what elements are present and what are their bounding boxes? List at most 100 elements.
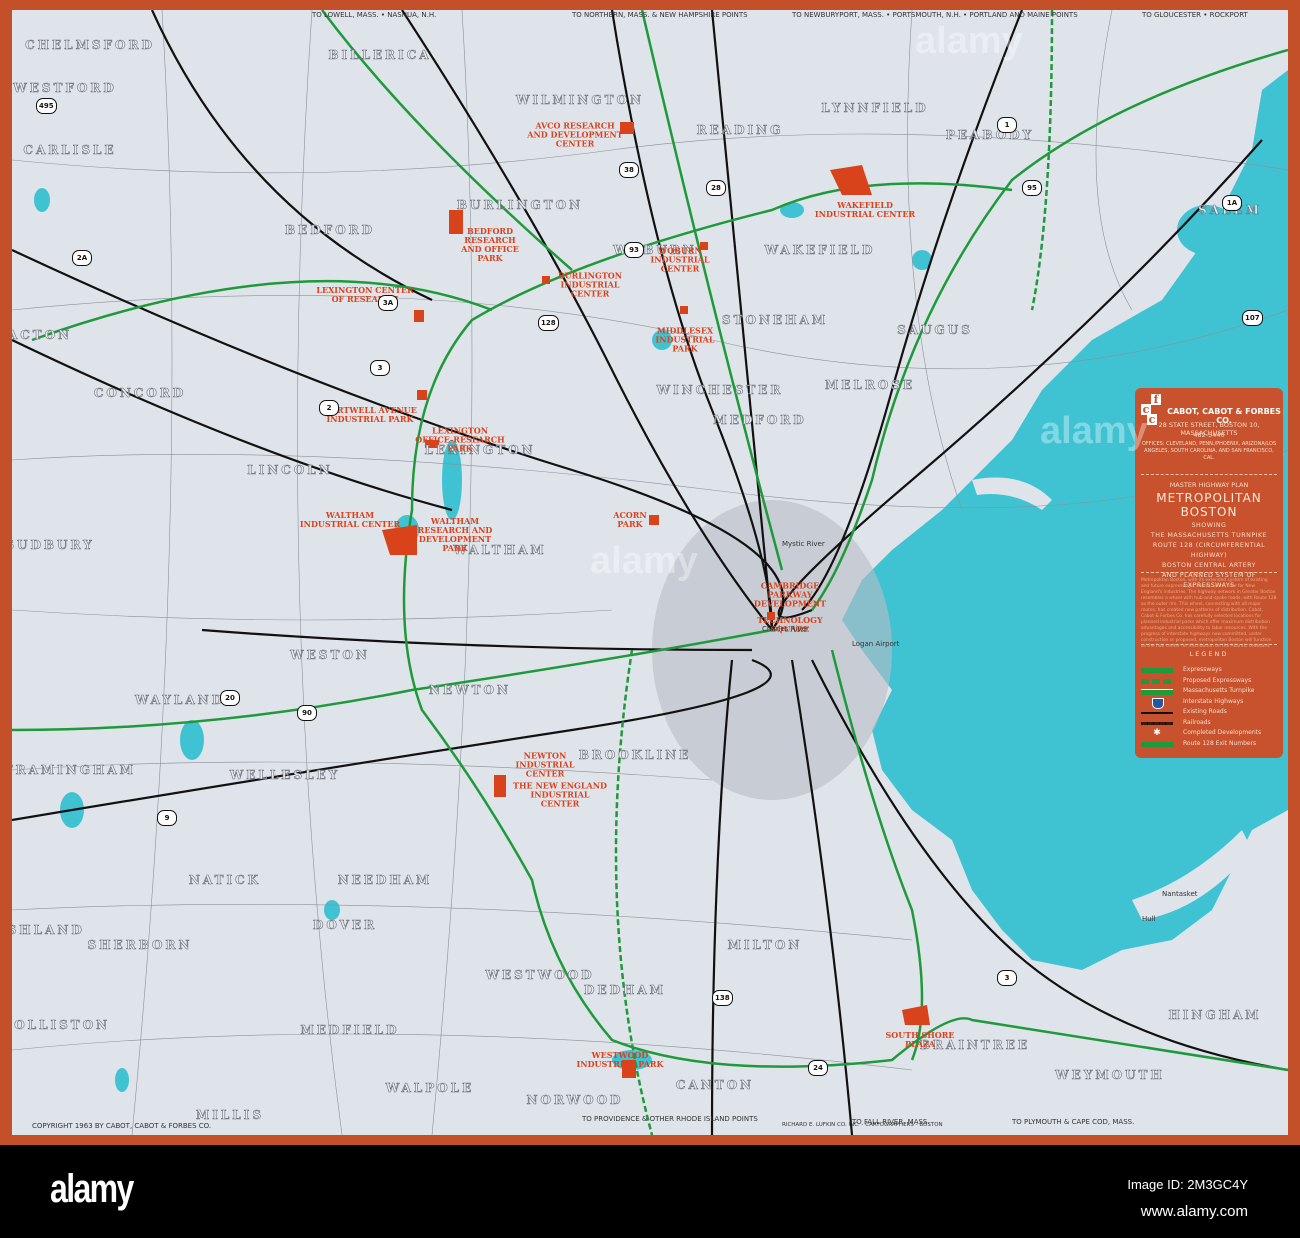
legend-item: Massachusetts Turnpike bbox=[1141, 687, 1281, 697]
town-label: WELLESLEY bbox=[229, 768, 341, 783]
town-label: BILLERICA bbox=[328, 48, 432, 63]
place-label: Charles River bbox=[762, 625, 809, 633]
town-label: WESTON bbox=[290, 648, 370, 663]
legend-label: Railroads bbox=[1183, 718, 1211, 726]
town-label: MILLIS bbox=[195, 1108, 265, 1123]
route-shield: 20 bbox=[220, 690, 240, 706]
development-label[interactable]: SOUTH SHORE PLAZA bbox=[865, 1031, 975, 1049]
town-label: ASHLAND bbox=[12, 923, 85, 938]
railroad-icon bbox=[1141, 721, 1173, 725]
town-label: HINGHAM bbox=[1168, 1008, 1262, 1023]
expressway-icon bbox=[1141, 668, 1173, 673]
margin-note: TO PLYMOUTH & CAPE COD, MASS. bbox=[1012, 1118, 1135, 1126]
route-95-north-proposed bbox=[1030, 10, 1054, 311]
legend-item: Interstate Highways bbox=[1141, 697, 1281, 709]
map-title-line: BOSTON bbox=[1180, 505, 1238, 519]
town-label: WESTFORD bbox=[13, 81, 117, 96]
town-label: MELROSE bbox=[824, 378, 916, 393]
development-label[interactable]: BURLINGTON INDUSTRIAL CENTER bbox=[535, 271, 645, 299]
town-label: FRAMINGHAM bbox=[12, 763, 136, 778]
legend-label: Massachusetts Turnpike bbox=[1183, 687, 1255, 694]
town-label: SAUGUS bbox=[897, 323, 973, 338]
route-shield: 2A bbox=[72, 250, 92, 266]
site-url: www.alamy.com bbox=[1140, 1203, 1248, 1220]
legend-item: Railroads bbox=[1141, 719, 1281, 729]
town-label: NATICK bbox=[188, 873, 262, 888]
legend-item: Existing Roads bbox=[1141, 708, 1281, 718]
town-label: WEYMOUTH bbox=[1055, 1068, 1165, 1083]
divider bbox=[1141, 572, 1277, 573]
development-label[interactable]: WAKEFIELD INDUSTRIAL CENTER bbox=[810, 201, 920, 219]
subtitle-line: BOSTON CENTRAL ARTERY bbox=[1162, 562, 1256, 569]
place-label: Nantasket bbox=[1162, 890, 1198, 898]
development-label[interactable]: ACORN PARK bbox=[575, 511, 685, 529]
town-label: LINCOLN bbox=[247, 463, 333, 478]
legend-item: Proposed Expressways bbox=[1141, 677, 1281, 687]
watermark: alamy bbox=[590, 540, 698, 582]
town-label: NORWOOD bbox=[526, 1093, 624, 1108]
development-label[interactable]: LEXINGTON OFFICE-RESEARCH PARK bbox=[405, 426, 515, 454]
town-label: BEDFORD bbox=[284, 223, 376, 238]
development-label[interactable]: BEDFORD RESEARCH AND OFFICE PARK bbox=[435, 227, 545, 263]
subtitle-line: THE MASSACHUSETTS TURNPIKE bbox=[1150, 532, 1268, 539]
subtitle-line: ROUTE 128 (CIRCUMFERENTIAL HIGHWAY) bbox=[1152, 542, 1266, 559]
development-label[interactable]: CAMBRIDGE PARKWAY DEVELOPMENT bbox=[735, 581, 845, 609]
margin-note: TO NORTHERN, MASS. & NEW HAMPSHIRE POINT… bbox=[572, 11, 748, 19]
town-label: STONEHAM bbox=[721, 313, 829, 328]
legend-label: Interstate Highways bbox=[1183, 697, 1244, 705]
alamy-logo: alamy bbox=[50, 1167, 134, 1211]
town-label: READING bbox=[696, 123, 784, 138]
town-label: NEWTON bbox=[429, 683, 511, 698]
interstate-icon bbox=[1152, 697, 1164, 709]
development-label[interactable]: THE NEW ENGLAND INDUSTRIAL CENTER bbox=[505, 781, 615, 809]
development-label[interactable]: WALTHAM INDUSTRIAL CENTER bbox=[295, 511, 405, 529]
town-label: PEABODY bbox=[945, 128, 1035, 143]
map-title-line: METROPOLITAN bbox=[1156, 491, 1262, 505]
title-legend-panel: cfc CABOT, CABOT & FORBES CO. 28 STATE S… bbox=[1135, 388, 1283, 758]
town-label: CHELMSFORD bbox=[25, 38, 155, 53]
company-phone: 482-5440 bbox=[1193, 431, 1225, 439]
legend-title: LEGEND bbox=[1189, 650, 1229, 658]
route-shield: 138 bbox=[712, 990, 733, 1006]
town-label: SUDBURY bbox=[12, 538, 95, 553]
place-label: Mystic River bbox=[782, 540, 825, 548]
town-label: ACTON bbox=[12, 328, 73, 343]
legend-label: Existing Roads bbox=[1183, 708, 1227, 715]
development-label[interactable]: LEXINGTON CENTER OF RESEARCH bbox=[310, 286, 420, 304]
route-shield: 3 bbox=[997, 970, 1017, 986]
town-label: LYNNFIELD bbox=[821, 101, 929, 116]
town-label: WINCHESTER bbox=[656, 383, 784, 398]
asterisk-icon: ✱ bbox=[1153, 728, 1161, 738]
dashed-expressway-icon bbox=[1141, 678, 1173, 684]
development-label[interactable]: NEWTON INDUSTRIAL CENTER bbox=[490, 751, 600, 779]
development-label[interactable]: MIDDLESEX INDUSTRIAL PARK bbox=[630, 326, 740, 354]
development-label[interactable]: AVCO RESEARCH AND DEVELOPMENT CENTER bbox=[520, 121, 630, 149]
route-shield: 95 bbox=[1022, 180, 1042, 196]
image-id: Image ID: 2M3GC4Y bbox=[1127, 1177, 1248, 1192]
town-label: MEDFORD bbox=[713, 413, 807, 428]
exit-icon bbox=[1141, 741, 1173, 747]
town-label: CARLISLE bbox=[23, 143, 117, 158]
watermark: alamy bbox=[915, 20, 1023, 62]
development-label[interactable]: WESTWOOD INDUSTRIAL PARK bbox=[565, 1051, 675, 1069]
route-shield: 3A bbox=[378, 295, 398, 311]
town-label: WAKEFIELD bbox=[764, 243, 876, 258]
copyright: COPYRIGHT 1963 BY CABOT, CABOT & FORBES … bbox=[32, 1122, 212, 1130]
town-label: MILTON bbox=[727, 938, 803, 953]
development-label[interactable]: WALTHAM RESEARCH AND DEVELOPMENT PARK bbox=[400, 517, 510, 553]
town-label: MEDFIELD bbox=[300, 1023, 400, 1038]
route-shield: 3 bbox=[370, 360, 390, 376]
map-sheet: CHELMSFORD WESTFORD BILLERICA WILMINGTON… bbox=[0, 0, 1300, 1145]
subtitle-line: SHOWING bbox=[1191, 522, 1227, 529]
route-93-north bbox=[640, 10, 784, 571]
company-offices: OFFICES: CLEVELAND, PENN./PHOENIX, ARIZO… bbox=[1141, 441, 1277, 461]
route-shield: 1 bbox=[997, 117, 1017, 133]
route-shield: 128 bbox=[538, 315, 559, 331]
route-shield: 9 bbox=[157, 810, 177, 826]
legend-label: Proposed Expressways bbox=[1183, 676, 1252, 684]
town-label: SHERBORN bbox=[87, 938, 193, 953]
margin-note: TO PROVIDENCE & OTHER RHODE ISLAND POINT… bbox=[582, 1115, 758, 1123]
legend-item: Route 128 Exit Numbers bbox=[1141, 740, 1281, 750]
divider bbox=[1141, 644, 1277, 645]
legend-label: Completed Developments bbox=[1183, 729, 1262, 736]
